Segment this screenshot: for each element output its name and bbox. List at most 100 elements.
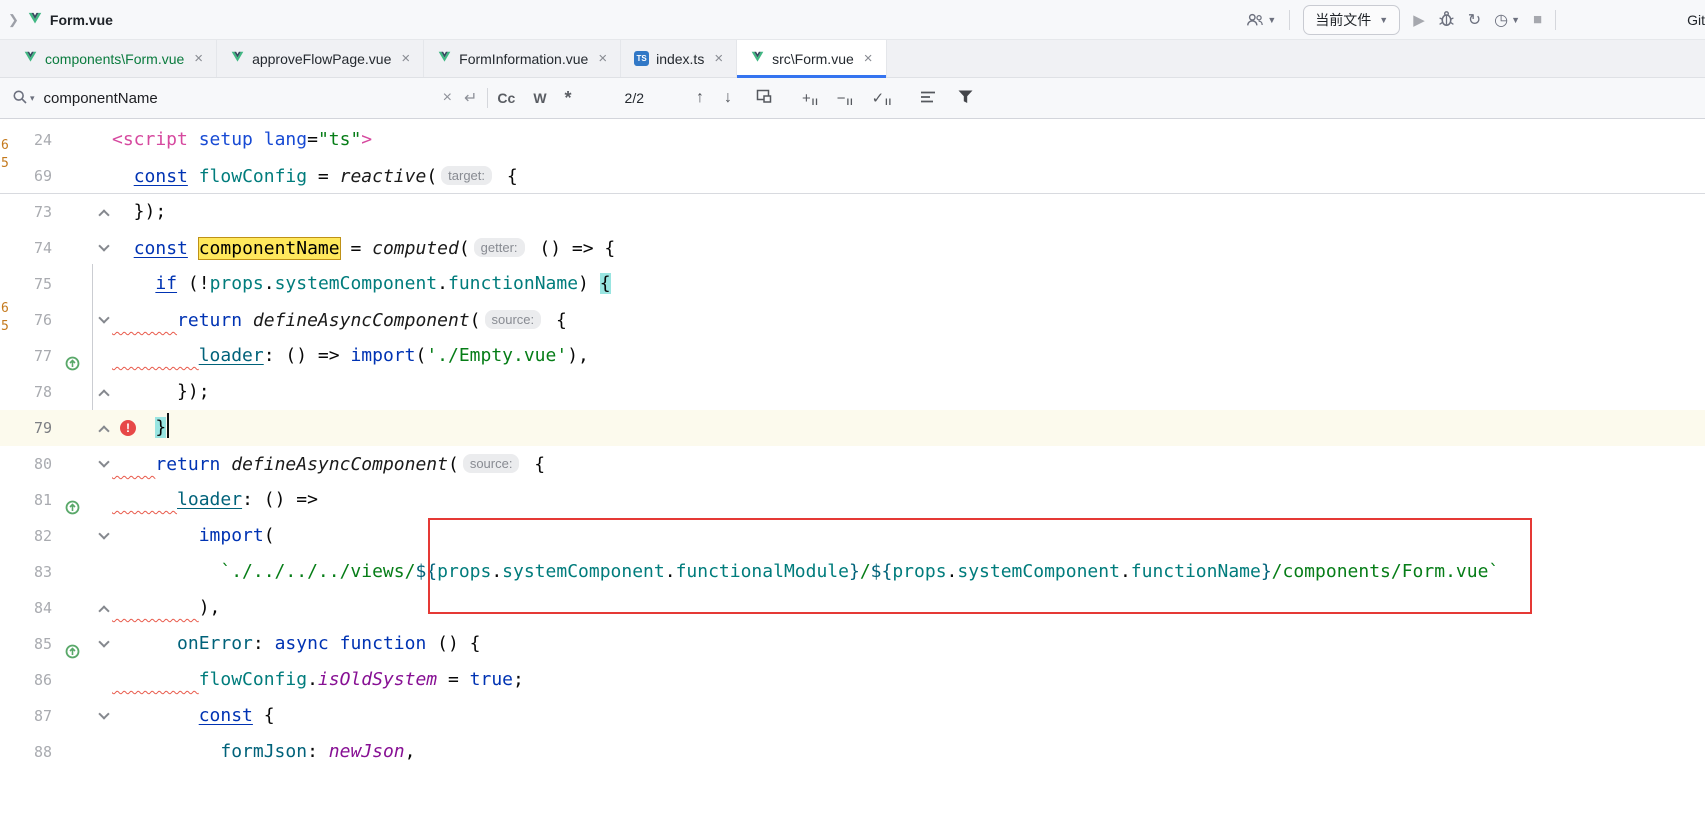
code-editor[interactable]: 24<script setup lang="ts">69 const flowC… bbox=[0, 119, 1705, 820]
line-number[interactable]: 74 bbox=[0, 230, 52, 266]
code-line[interactable]: 79! } bbox=[0, 410, 1705, 446]
code-token: functionalModule bbox=[676, 561, 849, 582]
code-line[interactable]: 87 const { bbox=[0, 698, 1705, 734]
code-line[interactable]: 78 }); bbox=[0, 374, 1705, 410]
editor-tab[interactable]: approveFlowPage.vue× bbox=[217, 40, 424, 77]
line-number[interactable]: 82 bbox=[0, 518, 52, 554]
filter-icon[interactable] bbox=[958, 90, 973, 107]
code-token: ${ bbox=[871, 561, 893, 582]
line-number[interactable]: 79 bbox=[0, 410, 52, 446]
code-line[interactable]: 81 loader: () => bbox=[0, 482, 1705, 518]
search-options-icon[interactable] bbox=[920, 90, 936, 107]
code-line[interactable]: 73 }); bbox=[0, 194, 1705, 230]
fold-expand-icon[interactable] bbox=[98, 456, 109, 467]
code-line[interactable]: 75 if (!props.systemComponent.functionNa… bbox=[0, 266, 1705, 302]
tab-close-icon[interactable]: × bbox=[194, 50, 203, 67]
code-token: , bbox=[405, 741, 416, 762]
code-token: . bbox=[437, 273, 448, 294]
select-all-occurrences-button[interactable]: ✓II bbox=[872, 89, 893, 107]
code-token bbox=[112, 525, 199, 546]
fold-expand-icon[interactable] bbox=[98, 708, 109, 719]
line-number[interactable]: 80 bbox=[0, 446, 52, 482]
code-token: const bbox=[134, 238, 188, 259]
window-chevron-icon[interactable]: ❯ bbox=[8, 12, 19, 28]
tab-close-icon[interactable]: × bbox=[714, 50, 723, 67]
stop-button[interactable]: ■ bbox=[1533, 11, 1542, 28]
line-number[interactable]: 73 bbox=[0, 194, 52, 230]
code-text: loader: () => bbox=[112, 482, 318, 518]
line-number[interactable]: 81 bbox=[0, 482, 52, 518]
editor-tab[interactable]: components\Form.vue× bbox=[10, 40, 217, 77]
code-line[interactable]: 80 return defineAsyncComponent(source: { bbox=[0, 446, 1705, 482]
find-input[interactable]: ▾ componentName × bbox=[12, 89, 452, 108]
line-number[interactable]: 75 bbox=[0, 266, 52, 302]
code-line[interactable]: 82 import( bbox=[0, 518, 1705, 554]
editor-tab[interactable]: TSindex.ts× bbox=[621, 40, 737, 77]
coverage-button[interactable]: ↻ bbox=[1468, 10, 1481, 30]
line-number[interactable]: 86 bbox=[0, 662, 52, 698]
fold-collapse-icon[interactable] bbox=[98, 425, 109, 436]
code-line[interactable]: 86 flowConfig.isOldSystem = true; bbox=[0, 662, 1705, 698]
line-number[interactable]: 85 bbox=[0, 626, 52, 662]
fold-expand-icon[interactable] bbox=[98, 312, 109, 323]
code-line[interactable]: 76 return defineAsyncComponent(source: { bbox=[0, 302, 1705, 338]
inlay-hint: source: bbox=[485, 310, 542, 329]
git-widget[interactable]: Git bbox=[1687, 12, 1705, 28]
code-text: const componentName = computed(getter: (… bbox=[112, 230, 615, 267]
chevron-down-icon: ▼ bbox=[1511, 15, 1520, 25]
code-with-me-button[interactable]: ▼ bbox=[1246, 12, 1276, 28]
tab-close-icon[interactable]: × bbox=[401, 50, 410, 67]
chevron-down-icon: ▼ bbox=[1267, 15, 1276, 25]
line-number[interactable]: 87 bbox=[0, 698, 52, 734]
code-line[interactable]: 84 ), bbox=[0, 590, 1705, 626]
regex-toggle[interactable]: * bbox=[565, 88, 572, 109]
line-number[interactable]: 78 bbox=[0, 374, 52, 410]
remove-occurrence-button[interactable]: −II bbox=[837, 90, 854, 107]
minus-icon: − bbox=[837, 90, 846, 107]
code-line[interactable]: 24<script setup lang="ts"> bbox=[0, 122, 1705, 158]
code-text: onError: async function () { bbox=[112, 626, 481, 662]
tab-close-icon[interactable]: × bbox=[598, 50, 607, 67]
fold-collapse-icon[interactable] bbox=[98, 605, 109, 616]
fold-collapse-icon[interactable] bbox=[98, 209, 109, 220]
find-query-text[interactable]: componentName bbox=[44, 90, 158, 107]
code-line[interactable]: 69 const flowConfig = reactive(target: { bbox=[0, 158, 1705, 194]
code-token: ${ bbox=[415, 561, 437, 582]
fold-expand-icon[interactable] bbox=[98, 240, 109, 251]
add-occurrence-button[interactable]: +II bbox=[802, 90, 819, 107]
clear-search-icon[interactable]: × bbox=[443, 89, 452, 107]
tab-close-icon[interactable]: × bbox=[864, 50, 873, 67]
search-icon[interactable] bbox=[12, 89, 28, 108]
previous-occurrence-button[interactable]: ↑ bbox=[696, 89, 704, 107]
code-line[interactable]: 77 loader: () => import('./Empty.vue'), bbox=[0, 338, 1705, 374]
code-token: : () => bbox=[264, 345, 351, 366]
run-configuration-dropdown[interactable]: 当前文件 ▼ bbox=[1303, 5, 1400, 35]
new-line-icon[interactable]: ↵ bbox=[464, 88, 477, 108]
code-token: const bbox=[134, 166, 188, 187]
code-token: systemComponent bbox=[275, 273, 438, 294]
code-text: const { bbox=[112, 698, 275, 734]
line-number[interactable]: 77 bbox=[0, 338, 52, 374]
code-token: const bbox=[199, 705, 253, 726]
match-case-toggle[interactable]: Cc bbox=[497, 90, 515, 106]
fold-expand-icon[interactable] bbox=[98, 528, 109, 539]
debug-button[interactable] bbox=[1438, 10, 1455, 30]
code-line[interactable]: 74 const componentName = computed(getter… bbox=[0, 230, 1705, 266]
line-number[interactable]: 84 bbox=[0, 590, 52, 626]
fold-collapse-icon[interactable] bbox=[98, 389, 109, 400]
line-number[interactable]: 88 bbox=[0, 734, 52, 770]
profiler-dropdown-button[interactable]: ◷ ▼ bbox=[1494, 10, 1520, 30]
editor-tab[interactable]: FormInformation.vue× bbox=[424, 40, 621, 77]
next-occurrence-button[interactable]: ↓ bbox=[724, 89, 732, 107]
fold-expand-icon[interactable] bbox=[98, 636, 109, 647]
search-history-chevron-icon[interactable]: ▾ bbox=[30, 93, 35, 104]
code-line[interactable]: 85 onError: async function () { bbox=[0, 626, 1705, 662]
code-line[interactable]: 83 `./../../../views/${props.systemCompo… bbox=[0, 554, 1705, 590]
open-in-find-window-icon[interactable] bbox=[756, 89, 772, 107]
line-number[interactable]: 83 bbox=[0, 554, 52, 590]
editor-tab[interactable]: src\Form.vue× bbox=[737, 40, 886, 77]
code-line[interactable]: 88 formJson: newJson, bbox=[0, 734, 1705, 770]
code-text: const flowConfig = reactive(target: { bbox=[112, 158, 518, 195]
whole-words-toggle[interactable]: W bbox=[533, 90, 546, 106]
run-button[interactable]: ▶ bbox=[1413, 11, 1425, 29]
